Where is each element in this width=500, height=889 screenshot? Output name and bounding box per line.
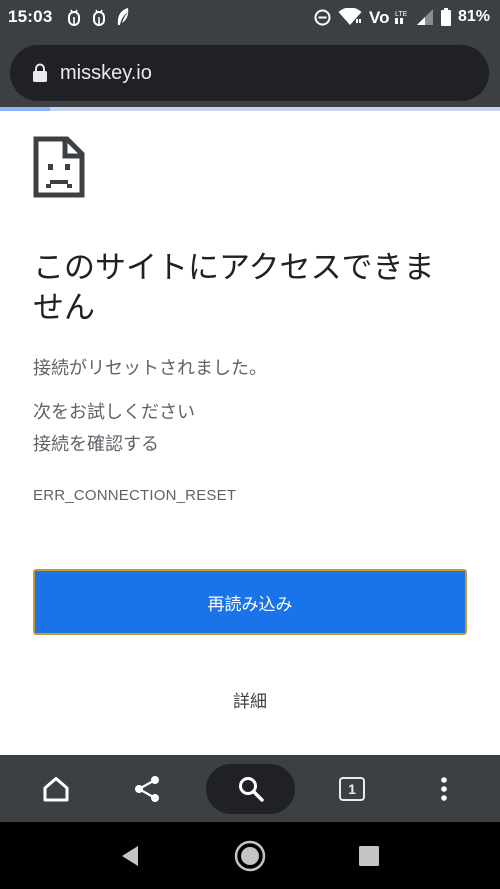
share-icon <box>133 775 161 803</box>
tab-count: 1 <box>339 776 365 801</box>
more-vert-icon <box>440 776 448 802</box>
wifi-icon <box>338 8 362 26</box>
back-triangle-icon <box>120 845 140 867</box>
nav-home-button[interactable] <box>215 822 285 889</box>
status-bar: 15:03 Vo LTE 81% <box>0 0 500 34</box>
battery-percentage: 81% <box>457 8 490 25</box>
system-nav-bar <box>0 822 500 889</box>
volte-icon: Vo LTE <box>369 8 409 26</box>
search-button[interactable] <box>206 755 295 822</box>
status-notification-icons <box>66 7 130 27</box>
feather-icon <box>116 7 130 27</box>
error-heading: このサイトにアクセスできません <box>33 250 435 326</box>
tab-switcher-button[interactable]: 1 <box>316 755 388 822</box>
sad-page-icon <box>33 136 85 198</box>
nav-recents-button[interactable] <box>334 822 404 889</box>
recents-square-icon <box>359 845 379 866</box>
url-text[interactable]: misskey.io <box>60 62 152 85</box>
usb-debug-icon <box>66 8 82 26</box>
home-button[interactable] <box>20 755 92 822</box>
svg-text:Vo: Vo <box>369 8 389 26</box>
omnibox[interactable]: misskey.io <box>10 45 489 101</box>
error-code: ERR_CONNECTION_RESET <box>33 487 237 504</box>
lock-icon[interactable] <box>32 63 48 83</box>
battery-icon <box>440 8 451 26</box>
browser-toolbar: misskey.io <box>0 34 500 107</box>
menu-button[interactable] <box>408 755 480 822</box>
share-button[interactable] <box>111 755 183 822</box>
search-pill[interactable] <box>206 763 295 814</box>
search-icon <box>238 776 264 802</box>
bottom-toolbar: 1 <box>0 755 500 822</box>
suggestion-title: 次をお試しください <box>33 402 195 423</box>
suggestion-item: 接続を確認する <box>33 434 159 455</box>
error-message: 接続がリセットされました。 <box>33 358 267 379</box>
usb-debug-icon <box>91 8 107 26</box>
svg-text:LTE: LTE <box>395 11 408 18</box>
home-icon <box>42 776 70 802</box>
nav-back-button[interactable] <box>95 822 165 889</box>
details-button[interactable]: 詳細 <box>200 679 300 719</box>
status-time: 15:03 <box>8 7 53 26</box>
status-system-icons: Vo LTE 81% <box>314 8 490 26</box>
reload-button[interactable]: 再読み込み <box>33 569 467 635</box>
error-page: このサイトにアクセスできません 接続がリセットされました。 次をお試しください … <box>0 111 500 755</box>
home-circle-icon <box>234 840 266 872</box>
signal-icon <box>416 8 434 26</box>
dnd-icon <box>314 9 331 26</box>
